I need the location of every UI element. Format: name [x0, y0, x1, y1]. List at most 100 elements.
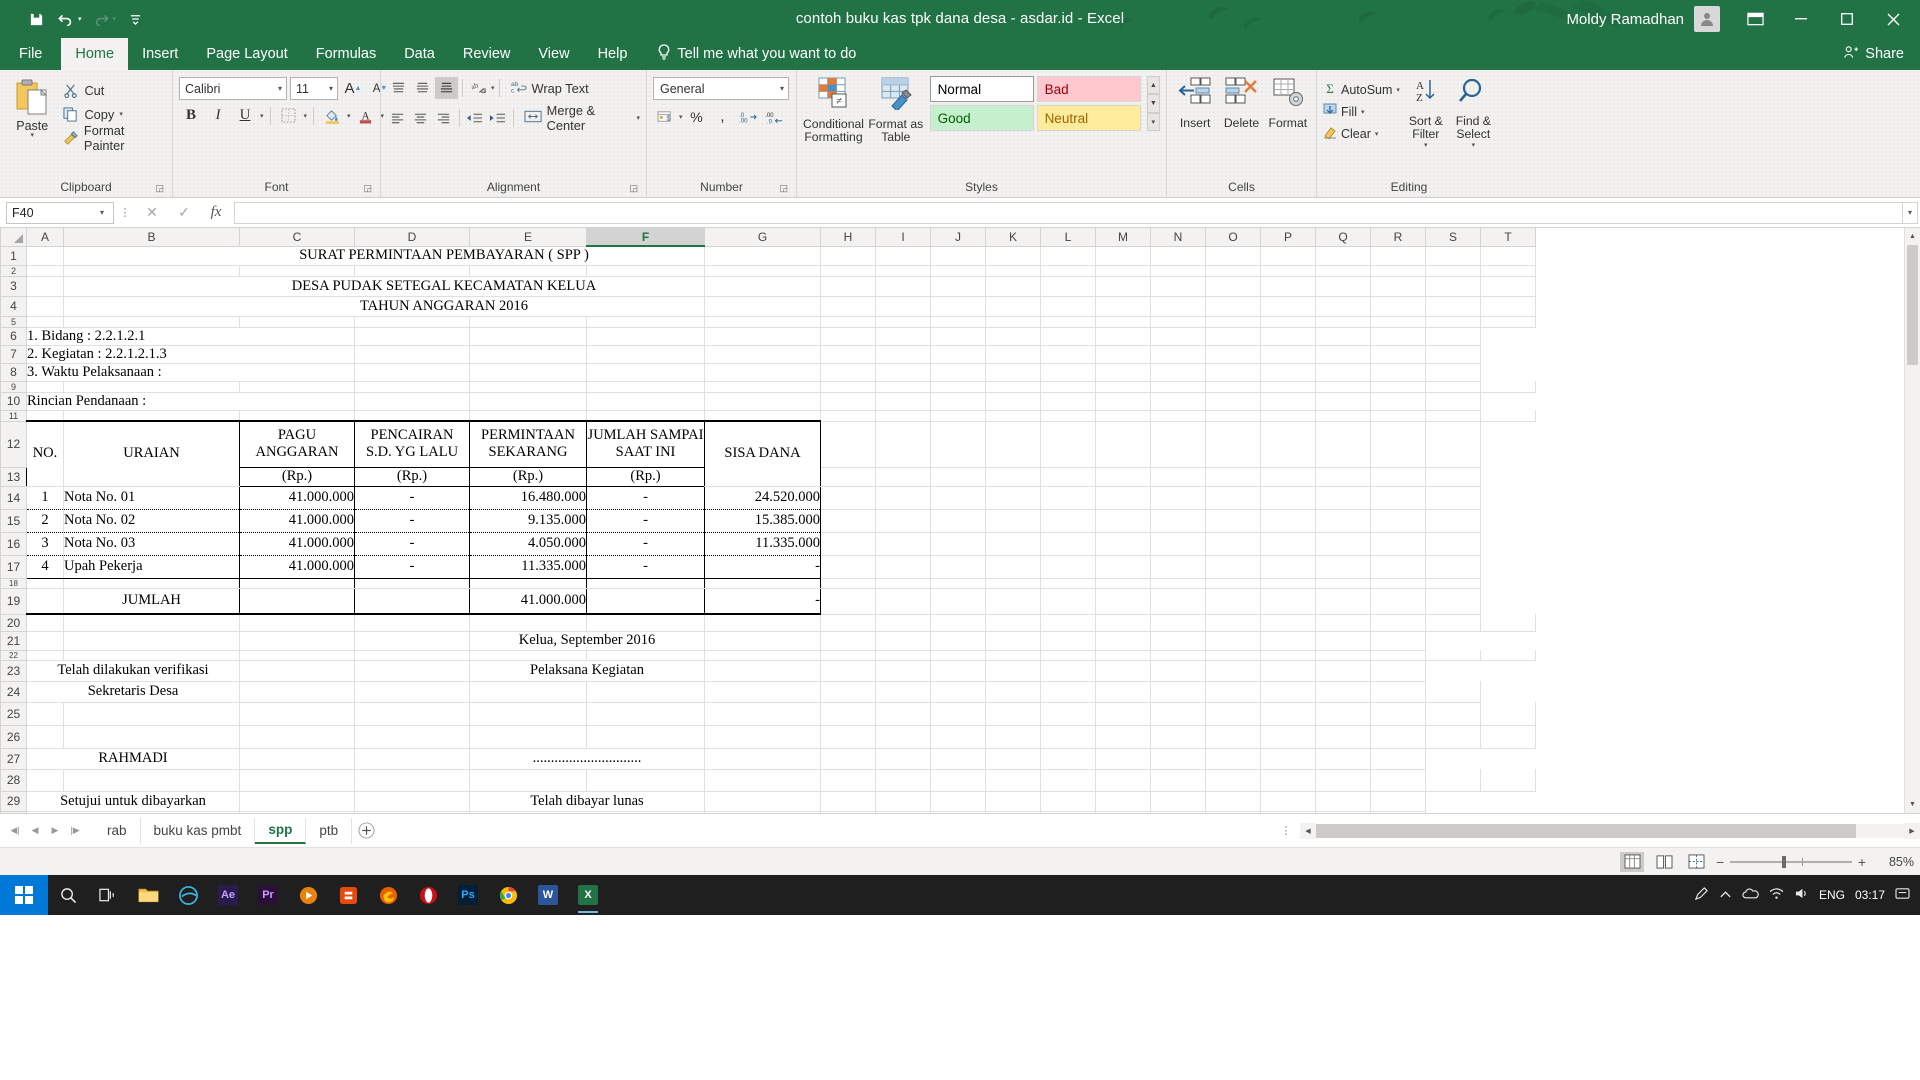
number-format-caret[interactable]: ▾	[780, 84, 788, 93]
th-permintaan[interactable]: PERMINTAAN SEKARANG	[469, 420, 587, 468]
sheet-tabs-bar[interactable]: ◀| ◀ ▶ |▶ rab buku kas pmbt spp ptb ⋮ ◀ …	[0, 813, 1920, 847]
horizontal-scrollbar[interactable]: ◀ ▶	[1300, 822, 1920, 839]
row-header-9[interactable]: 9	[0, 380, 27, 393]
cell-total-pagu[interactable]	[239, 588, 355, 615]
column-header-N[interactable]: N	[1150, 228, 1206, 247]
column-header-K[interactable]: K	[985, 228, 1041, 247]
accounting-format-icon[interactable]: $	[653, 105, 677, 128]
column-headers[interactable]: A B C D E F G H I J K L M N O P Q R S T	[0, 228, 1591, 247]
style-good[interactable]: Good	[929, 105, 1034, 131]
borders-icon[interactable]	[277, 104, 301, 127]
cell-total-no[interactable]	[26, 588, 64, 615]
cell-title-line3[interactable]: TAHUN ANGGARAN 2016	[63, 296, 705, 317]
row-header-21[interactable]: 21	[0, 630, 27, 651]
tell-me-search[interactable]: Tell me what you want to do	[641, 38, 856, 70]
style-neutral[interactable]: Neutral	[1036, 105, 1141, 131]
ribbon-display-options-icon[interactable]	[1732, 0, 1778, 38]
row-header-6[interactable]: 6	[0, 326, 27, 346]
cell-pagu-1[interactable]: 41.000.000	[239, 486, 355, 510]
system-tray[interactable]: ENG 03:17	[1694, 886, 1920, 904]
underline-caret[interactable]: ▾	[260, 112, 264, 120]
clear-button[interactable]: Clear ▾	[1323, 123, 1400, 144]
column-header-L[interactable]: L	[1040, 228, 1096, 247]
column-header-H[interactable]: H	[820, 228, 876, 247]
tab-help[interactable]: Help	[584, 38, 642, 70]
zoom-in-icon[interactable]: +	[1858, 854, 1866, 870]
cell-total-label[interactable]: JUMLAH	[63, 588, 240, 615]
onedrive-icon[interactable]	[1742, 888, 1759, 903]
row-header-28[interactable]: 28	[0, 768, 27, 792]
hscroll-track[interactable]	[1316, 823, 1904, 838]
next-sheet-icon[interactable]: ▶	[46, 820, 64, 842]
cell-right-dots[interactable]: ..............................	[469, 748, 705, 770]
row-header-19[interactable]: 19	[0, 587, 27, 615]
paste-dropdown-caret[interactable]: ▾	[30, 132, 34, 139]
avatar[interactable]	[1694, 6, 1720, 32]
th-uraian[interactable]: URAIAN	[63, 420, 240, 487]
percent-style-button[interactable]: %	[685, 105, 709, 128]
cell-total-permintaan[interactable]: 41.000.000	[469, 588, 587, 615]
column-header-M[interactable]: M	[1095, 228, 1151, 247]
scroll-up-icon[interactable]: ▲	[1905, 228, 1920, 245]
cell-jumlah-1[interactable]: -	[586, 486, 705, 510]
column-header-O[interactable]: O	[1205, 228, 1261, 247]
th-unit-jumlah[interactable]: (Rp.)	[586, 467, 705, 487]
font-color-icon[interactable]: A	[354, 104, 378, 127]
expand-formula-bar-icon[interactable]: ▾	[1902, 201, 1918, 224]
first-sheet-icon[interactable]: ◀|	[6, 820, 24, 842]
row-header-5[interactable]: 5	[0, 315, 27, 328]
cell-pagu-4[interactable]: 41.000.000	[239, 555, 355, 579]
alignment-dialog-launcher[interactable]: ◲	[629, 180, 638, 196]
autosum-caret[interactable]: ▾	[1396, 86, 1400, 94]
insert-function-icon[interactable]: fx	[200, 202, 232, 224]
sheet-tab-rab[interactable]: rab	[94, 817, 141, 844]
cell-bidang[interactable]: 1. Bidang : 2.2.1.2.1	[26, 327, 355, 346]
decrease-indent-icon[interactable]	[464, 107, 486, 129]
cell-bendahara[interactable]: Bendahara	[469, 811, 705, 813]
hscroll-right-icon[interactable]: ▶	[1904, 822, 1920, 839]
row-header-26[interactable]: 26	[0, 724, 27, 749]
number-format-select[interactable]: General ▾	[653, 77, 789, 100]
customize-qat-icon[interactable]	[121, 6, 149, 32]
cut-button[interactable]: Cut	[62, 79, 166, 101]
minimize-button[interactable]	[1778, 0, 1824, 38]
comma-style-button[interactable]: ,	[711, 105, 735, 128]
fill-button[interactable]: Fill ▾	[1323, 101, 1400, 122]
row-header-3[interactable]: 3	[0, 275, 27, 297]
find-select-button[interactable]: Find & Select ▾	[1452, 77, 1495, 149]
cell-permintaan-4[interactable]: 11.335.000	[469, 555, 587, 579]
row-header-10[interactable]: 10	[0, 391, 27, 411]
cell-rincian[interactable]: Rincian Pendanaan :	[26, 392, 355, 411]
cell-total-pencairan[interactable]	[354, 588, 470, 615]
styles-gallery-scroll[interactable]: ▲ ▼ ▾	[1146, 76, 1160, 131]
sheet-table[interactable]: A B C D E F G H I J K L M N O P Q R S T	[0, 228, 1591, 813]
style-normal[interactable]: Normal	[929, 76, 1034, 102]
photoshop-icon[interactable]: Ps	[448, 875, 488, 915]
sheet-nav-buttons[interactable]: ◀| ◀ ▶ |▶	[6, 820, 94, 842]
autosum-button[interactable]: Σ AutoSum ▾	[1323, 79, 1400, 100]
tab-view[interactable]: View	[524, 38, 583, 70]
cell-setujui[interactable]: Setujui untuk dibayarkan	[26, 791, 240, 812]
row-header-23[interactable]: 23	[0, 659, 27, 682]
tab-insert[interactable]: Insert	[128, 38, 192, 70]
close-button[interactable]	[1870, 0, 1916, 38]
merge-center-caret[interactable]: ▾	[636, 114, 640, 122]
wrap-text-button[interactable]: ab c Wrap Text	[504, 79, 588, 98]
row-header-27[interactable]: 27	[0, 747, 27, 770]
opera-icon[interactable]	[408, 875, 448, 915]
cell-permintaan-3[interactable]: 4.050.000	[469, 532, 587, 556]
confirm-edit-icon[interactable]: ✓	[168, 202, 200, 224]
cell-place-date[interactable]: Kelua, September 2016	[469, 631, 705, 651]
sort-filter-button[interactable]: A Z Sort & Filter ▾	[1406, 77, 1446, 149]
th-pencairan[interactable]: PENCAIRAN S.D. YG LALU	[354, 420, 470, 468]
last-sheet-icon[interactable]: |▶	[66, 820, 84, 842]
cell-title-line1[interactable]: SURAT PERMINTAAN PEMBAYARAN ( SPP )	[63, 246, 705, 266]
premiere-icon[interactable]: Pr	[248, 875, 288, 915]
maximize-button[interactable]	[1824, 0, 1870, 38]
column-header-J[interactable]: J	[930, 228, 986, 247]
cell-title-line2[interactable]: DESA PUDAK SETEGAL KECAMATAN KELUA	[63, 276, 705, 297]
zoom-track[interactable]	[1730, 855, 1852, 868]
row-header-18[interactable]: 18	[0, 577, 27, 589]
bold-button[interactable]: B	[179, 104, 203, 127]
tab-home[interactable]: Home	[61, 38, 129, 70]
